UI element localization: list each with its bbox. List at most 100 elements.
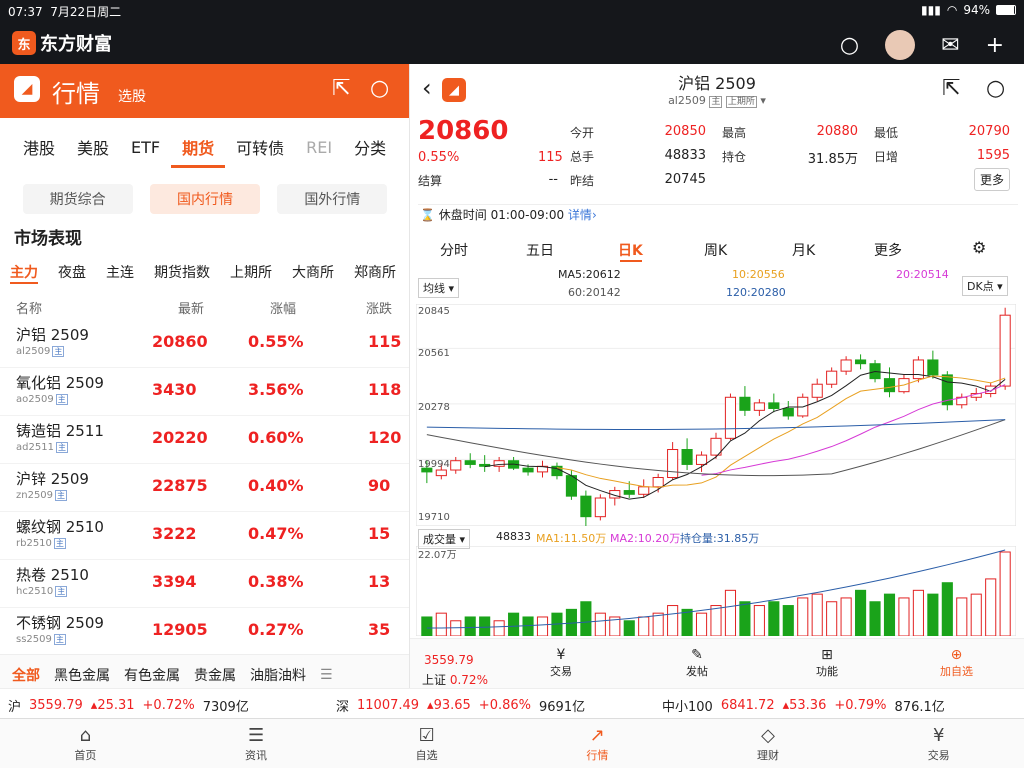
col-pct[interactable]: 涨幅 — [270, 298, 296, 317]
ma-select[interactable]: 均线 ▾ — [418, 278, 460, 298]
trade-button[interactable]: ¥ 交易 — [550, 647, 572, 679]
share-icon[interactable]: ⇱ — [332, 76, 350, 101]
plus-icon[interactable]: + — [986, 33, 1004, 58]
seg-domestic[interactable]: 国内行情 — [149, 184, 260, 214]
nav-wealth[interactable]: ◇ 理财 — [683, 719, 854, 768]
tab-more[interactable]: 更多 — [874, 240, 902, 260]
detail-link[interactable]: 详情 — [568, 208, 592, 222]
menu-icon[interactable]: ☰ — [320, 667, 333, 683]
row-last: 22875 — [152, 476, 208, 495]
avatar[interactable] — [885, 30, 916, 60]
volume-bar — [869, 601, 881, 636]
nav-news[interactable]: ☰ 资讯 — [171, 719, 342, 768]
row-pct: 0.27% — [248, 620, 304, 639]
index-sz[interactable]: 深 11007.49 ▴93.65 +0.86% 9691亿 — [336, 696, 585, 715]
table-row[interactable]: 铸造铝 2511 ad2511 主 20220 0.60% 120 — [0, 416, 409, 464]
ytick-5: 19710 — [418, 512, 450, 523]
candle-body — [695, 454, 708, 465]
candle-body — [580, 495, 592, 518]
subtab-shfe[interactable]: 上期所 — [230, 262, 272, 284]
table-row[interactable]: 沪锌 2509 zn2509 主 22875 0.40% 90 — [0, 464, 409, 512]
search-icon[interactable]: ○ — [840, 33, 859, 58]
volume-chart[interactable] — [416, 546, 1016, 636]
cat-precious[interactable]: 贵金属 — [194, 665, 236, 685]
cat-ferrous[interactable]: 黑色金属 — [54, 665, 110, 685]
menu-icon[interactable]: ☰ — [397, 138, 409, 157]
cat-all[interactable]: 全部 — [12, 665, 40, 685]
battery-level: 94% — [963, 3, 990, 17]
market-tabs: 港股 美股 ETF 期货 可转债 REI 分类 ☰ — [0, 118, 409, 176]
tab-etf[interactable]: ETF — [120, 138, 171, 157]
tab-convertible[interactable]: 可转债 — [225, 135, 295, 159]
subtab-main[interactable]: 主力 — [10, 262, 38, 284]
ma5-label: MA5:20612 — [558, 268, 621, 281]
quote-value: 20880 — [816, 124, 858, 139]
row-chg: 15 — [368, 524, 391, 543]
mail-icon[interactable]: ✉ — [941, 33, 959, 58]
settings-icon[interactable]: ⚙ — [972, 238, 986, 257]
nav-market[interactable]: ↗ 行情 — [512, 719, 683, 768]
share-icon[interactable]: ⇱ — [942, 76, 960, 101]
tab-hk[interactable]: 港股 — [12, 135, 66, 159]
candle-body — [753, 402, 765, 411]
quote-value: -- — [548, 172, 558, 187]
table-row[interactable]: 沪铝 2509 al2509 主 20860 0.55% 115 — [0, 320, 409, 368]
volume-bar — [580, 601, 592, 636]
tab-us[interactable]: 美股 — [66, 135, 120, 159]
search-icon[interactable]: ○ — [370, 76, 389, 101]
stock-picker-link[interactable]: 选股 — [118, 86, 146, 106]
subtab-dce[interactable]: 大商所 — [292, 262, 334, 284]
table-row[interactable]: 螺纹钢 2510 rb2510 主 3222 0.47% 15 — [0, 512, 409, 560]
tab-daily-k[interactable]: 日K — [618, 240, 643, 260]
tab-minute[interactable]: 分时 — [440, 240, 468, 260]
candle-body — [435, 469, 447, 477]
vol-label: 48833 — [496, 530, 531, 543]
nav-trade[interactable]: ¥ 交易 — [853, 719, 1024, 768]
volume-bar — [681, 608, 693, 636]
search-icon[interactable]: ○ — [986, 76, 1005, 101]
dk-button[interactable]: DK点 ▾ — [962, 276, 1008, 296]
volume-bar — [421, 616, 433, 636]
row-name: 铸造铝 2511 — [16, 422, 104, 440]
kline-chart[interactable] — [416, 304, 1016, 526]
index-sme[interactable]: 中小100 6841.72 ▴53.36 +0.79% 876.1亿 — [662, 696, 945, 715]
exchange-tabs: 主力 夜盘 主连 期货指数 上期所 大商所 郑商所 — [0, 262, 409, 284]
subtab-continuous[interactable]: 主连 — [106, 262, 134, 284]
cat-nonferrous[interactable]: 有色金属 — [124, 665, 180, 685]
index-sh[interactable]: 沪 3559.79 ▴25.31 +0.72% 7309亿 — [8, 696, 249, 715]
col-last[interactable]: 最新 — [178, 298, 204, 317]
row-chg: 118 — [368, 380, 402, 399]
subtab-night[interactable]: 夜盘 — [58, 262, 86, 284]
volume-bar — [768, 601, 780, 636]
tab-category[interactable]: 分类 — [343, 135, 397, 159]
post-button[interactable]: ✎ 发帖 — [686, 647, 708, 679]
function-button[interactable]: ⊞ 功能 — [816, 647, 838, 679]
add-watch-button[interactable]: ⊕ 加自选 — [940, 647, 973, 679]
candle-body — [594, 497, 606, 518]
subtab-index[interactable]: 期货指数 — [154, 262, 210, 284]
row-name: 氧化铝 2509 — [16, 374, 104, 392]
volume-bar — [594, 612, 606, 636]
subtab-czce[interactable]: 郑商所 — [354, 262, 396, 284]
col-chg[interactable]: 涨跌 — [366, 298, 392, 317]
tab-weekly-k[interactable]: 周K — [704, 240, 727, 260]
tab-reit[interactable]: REI — [295, 138, 343, 157]
tab-monthly-k[interactable]: 月K — [792, 240, 815, 260]
seg-overview[interactable]: 期货综合 — [22, 184, 133, 214]
tab-5day[interactable]: 五日 — [526, 240, 554, 260]
quote-value: 20745 — [664, 172, 706, 187]
break-time-row: ⌛ 休盘时间 01:00-09:00 详情› — [420, 208, 597, 222]
cat-oils[interactable]: 油脂油料 — [250, 665, 306, 685]
volume-bar — [522, 616, 534, 636]
seg-foreign[interactable]: 国外行情 — [277, 184, 388, 214]
break-time: 休盘时间 01:00-09:00 — [438, 208, 565, 222]
edit-icon: ✎ — [691, 647, 703, 663]
table-row[interactable]: 氧化铝 2509 ao2509 主 3430 3.56% 118 — [0, 368, 409, 416]
more-button[interactable]: 更多 — [974, 168, 1011, 191]
nav-watchlist[interactable]: ☑ 自选 — [341, 719, 512, 768]
table-row[interactable]: 不锈钢 2509 ss2509 主 12905 0.27% 35 — [0, 608, 409, 656]
ma120-label: 120:20280 — [726, 286, 786, 299]
tab-futures[interactable]: 期货 — [171, 135, 226, 168]
nav-home[interactable]: ⌂ 首页 — [0, 719, 171, 768]
table-row[interactable]: 热卷 2510 hc2510 主 3394 0.38% 13 — [0, 560, 409, 608]
